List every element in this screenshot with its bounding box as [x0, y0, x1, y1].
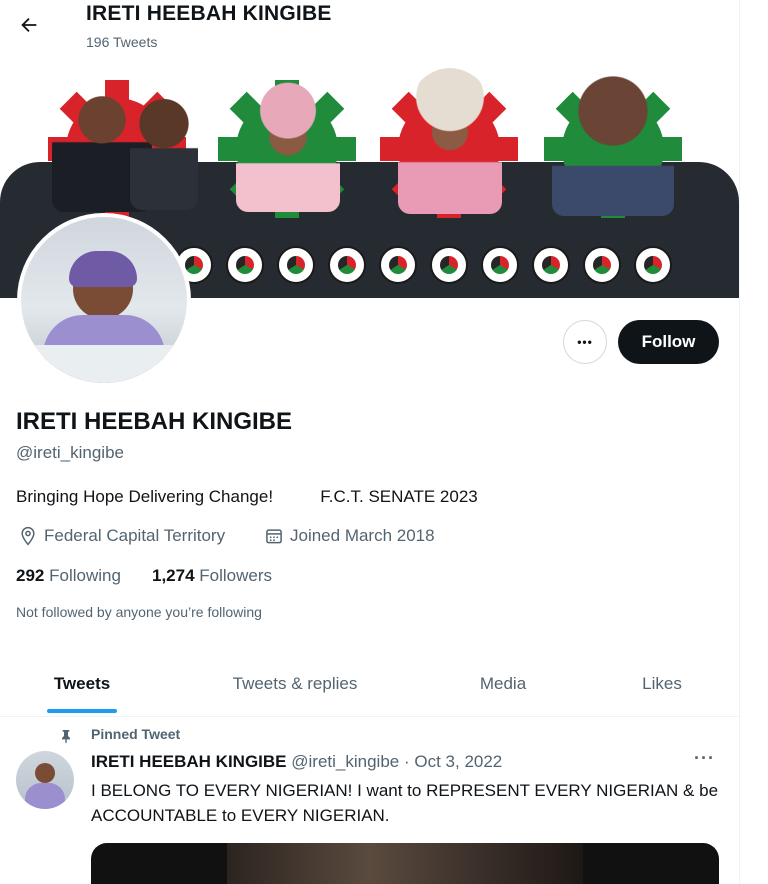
profile-column: IRETI HEEBAH KINGIBE 196 Tweets ••• Foll… — [0, 0, 740, 884]
tweet-media[interactable] — [91, 843, 719, 884]
pin-icon — [62, 730, 70, 744]
page-scrollbar[interactable] — [740, 0, 768, 884]
location-pin-icon — [21, 526, 35, 546]
profile-handle: @ireti_kingibe — [16, 443, 124, 462]
more-dots-icon: ••• — [577, 335, 593, 349]
followers-link[interactable]: 1,274 Followers — [152, 566, 272, 586]
profile-tabs: Tweets Tweets & replies Media Likes — [0, 652, 739, 717]
party-logo — [532, 246, 570, 284]
following-count: 292 — [16, 566, 45, 585]
profile-avatar[interactable] — [17, 213, 191, 387]
arrow-left-icon — [21, 17, 37, 33]
followers-count: 1,274 — [152, 566, 195, 585]
location-text: Federal Capital Territory — [44, 526, 226, 545]
party-logo — [277, 246, 315, 284]
party-logo — [226, 246, 264, 284]
tweet-text: I BELONG TO EVERY NIGERIAN! I want to RE… — [91, 781, 719, 825]
party-logo — [583, 246, 621, 284]
profile-name: IRETI HEEBAH KINGIBE — [16, 408, 293, 435]
tweet-more-button[interactable]: ··· — [694, 748, 715, 769]
profile-bio: Bringing Hope Delivering Change! F.C.T. … — [16, 487, 478, 506]
following-link[interactable]: 292 Following — [16, 566, 121, 586]
tweet-header: IRETI HEEBAH KINGIBE @ireti_kingibe · Oc… — [91, 752, 502, 772]
party-logo — [430, 246, 468, 284]
calendar-icon — [266, 529, 282, 544]
party-logo — [328, 246, 366, 284]
active-tab-indicator — [47, 709, 117, 713]
tab-tweets[interactable]: Tweets — [16, 652, 148, 716]
banner-portrait-4 — [398, 68, 502, 214]
back-button[interactable] — [10, 6, 48, 44]
joined-text: Joined March 2018 — [290, 526, 435, 545]
party-logo — [481, 246, 519, 284]
party-logo — [634, 246, 672, 284]
header-name: IRETI HEEBAH KINGIBE — [86, 2, 332, 25]
profile-joined: Joined March 2018 — [264, 526, 435, 546]
banner-portrait-5 — [552, 66, 674, 216]
pinned-tweet-label: Pinned Tweet — [91, 726, 181, 742]
banner-logo-row — [175, 246, 672, 284]
tab-tweets-and-replies[interactable]: Tweets & replies — [200, 652, 390, 716]
avatar-photo — [21, 217, 187, 383]
profile-location: Federal Capital Territory — [18, 526, 225, 546]
tweet-author-name[interactable]: IRETI HEEBAH KINGIBE — [91, 752, 287, 771]
party-logo — [379, 246, 417, 284]
more-options-button[interactable]: ••• — [563, 320, 607, 364]
tab-likes[interactable]: Likes — [612, 652, 712, 716]
followers-label: Followers — [199, 566, 273, 585]
tweet-author-handle[interactable]: @ireti_kingibe — [291, 752, 399, 771]
header-tweet-count: 196 Tweets — [86, 34, 158, 50]
following-label: Following — [49, 566, 121, 585]
tab-media[interactable]: Media — [452, 652, 554, 716]
tweet-media-image — [227, 843, 583, 884]
banner-portrait-3 — [236, 82, 340, 212]
follow-button[interactable]: Follow — [618, 320, 719, 364]
tweet-author-avatar[interactable] — [16, 751, 74, 809]
tweet-date[interactable]: · Oct 3, 2022 — [404, 752, 502, 771]
mutual-followers-note: Not followed by anyone you’re following — [16, 604, 262, 620]
banner-portrait-2 — [130, 90, 198, 210]
